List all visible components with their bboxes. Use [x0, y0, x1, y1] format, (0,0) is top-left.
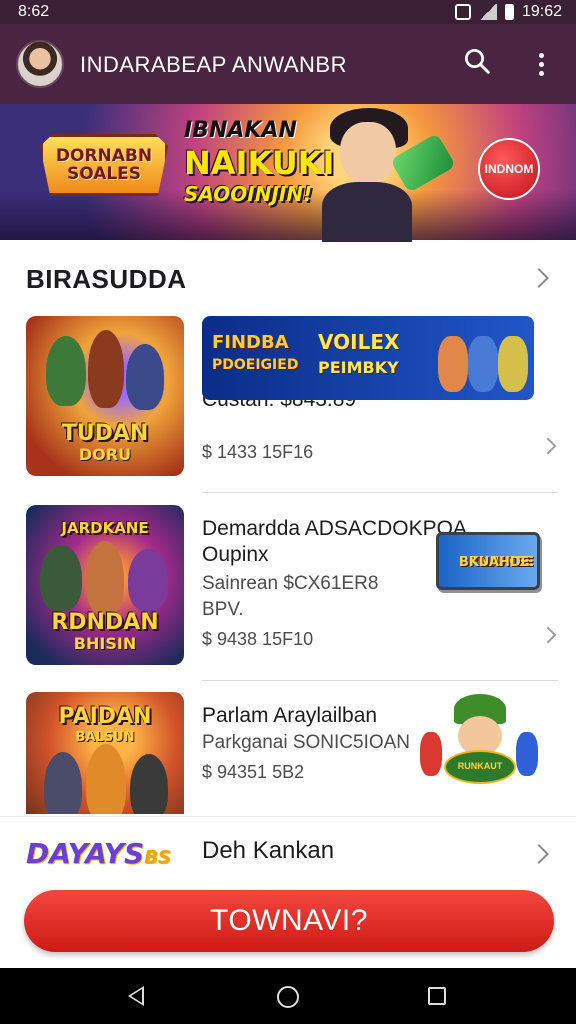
bottom-logo-text: DAYAYS	[26, 837, 145, 870]
item-subtitle: Sainrean $CX61ER8	[202, 573, 379, 594]
chevron-right-icon[interactable]	[529, 844, 549, 864]
thumb-character	[128, 549, 168, 611]
promo-character	[438, 336, 468, 392]
promo-left-line2: PDOEIGIED	[212, 357, 299, 373]
mascot-kid	[420, 732, 442, 776]
chevron-right-icon[interactable]	[539, 626, 557, 644]
more-dot-icon	[538, 70, 544, 76]
thumb-subtitle: DORU	[78, 445, 132, 464]
mascot-kid	[516, 732, 538, 776]
item-thumbnail: JARDKANE RDNDAN BHISIN	[26, 505, 184, 665]
section-title: BIRASUDDA	[26, 264, 187, 294]
recents-icon[interactable]	[428, 987, 446, 1005]
system-navigation-bar	[0, 968, 576, 1024]
more-dot-icon	[538, 61, 544, 67]
banner-game-logo: DORNABN SOALES	[40, 134, 168, 196]
primary-cta-button[interactable]: TOWNAVI?	[24, 890, 554, 952]
promo-character	[468, 336, 498, 392]
more-options-button[interactable]	[526, 46, 556, 82]
section-chevron-right-icon[interactable]	[529, 268, 549, 288]
hero-body	[322, 182, 412, 242]
status-icons: 19:62	[454, 3, 562, 21]
item-subtitle: Parkganai SONIC5IOAN	[202, 732, 411, 753]
promo-left-line1: FINDBA	[212, 332, 289, 353]
chevron-right-icon[interactable]	[539, 437, 557, 455]
app-bar: INDARABEAP ANWANBR	[0, 24, 576, 104]
item-price: $ 9438 15F10	[202, 629, 314, 649]
banner-headline-3: SAOOINJIN!	[184, 182, 313, 206]
thumb-character	[86, 541, 124, 615]
banner-hero-character	[300, 104, 470, 242]
search-icon	[465, 49, 490, 74]
mascot-illustration: RUNKAUT	[416, 694, 544, 794]
item-subtitle-line2: BPV.	[202, 599, 244, 620]
thumb-character	[130, 754, 168, 814]
promo-card-left-title: FINDBA PDOEIGIED	[212, 332, 298, 374]
vibrate-icon	[454, 4, 471, 20]
banner-red-badge[interactable]: INDNOM	[478, 138, 540, 200]
item-title: Demardda ADSACDOKPOA	[202, 517, 467, 540]
thumb-character	[40, 545, 82, 611]
item-price: $ 1433 15F16	[202, 442, 314, 462]
hero-face	[340, 122, 396, 184]
mascot-plate: RUNKAUT	[444, 750, 516, 784]
avatar[interactable]	[16, 40, 64, 88]
bottom-row-logo: DAYAYSBS	[26, 837, 171, 870]
thumb-title: RDNDAN	[51, 610, 159, 635]
thumb-top-title: JARDKANE	[61, 519, 149, 537]
thumb-character	[126, 344, 164, 410]
item-thumbnail: TUDAN DORU	[26, 316, 184, 476]
item-title: Parlam Araylailban	[202, 704, 378, 727]
search-button[interactable]	[462, 46, 498, 82]
signal-icon	[478, 4, 497, 20]
more-dot-icon	[538, 52, 544, 58]
side-card-line2: BKUAHDE	[459, 555, 530, 570]
thumb-character	[46, 336, 86, 406]
thumb-character	[44, 752, 82, 814]
thumb-subtitle: BHISIN	[73, 634, 137, 653]
thumb-character	[86, 744, 126, 814]
thumb-subtitle: BALSUN	[75, 730, 135, 745]
bottom-row-label: Deh Kankan	[202, 837, 335, 864]
battery-icon	[504, 4, 514, 20]
item-title-line2: Oupinx	[202, 543, 269, 566]
bottom-list-row[interactable]: DAYAYSBS Deh Kankan	[0, 816, 576, 886]
bottom-logo-suffix: BS	[144, 847, 171, 868]
status-left-text: 8:62	[18, 3, 50, 20]
promo-right-line2: PEIMBKY	[318, 358, 399, 377]
back-icon[interactable]	[128, 986, 144, 1006]
banner-logo-line1: DORNABN	[55, 146, 153, 166]
thumb-title: PAIDAN	[58, 704, 152, 729]
banner-headline-1: IBNAKAN	[184, 118, 297, 143]
promo-card[interactable]: FINDBA PDOEIGIED VOILEX PEIMBKY	[202, 316, 534, 400]
item-thumbnail: PAIDAN BALSUN	[26, 692, 184, 814]
side-promo-card[interactable]: BRNIUNEE BKUAHDE	[436, 532, 540, 590]
app-title: INDARABEAP ANWANBR	[80, 52, 347, 77]
status-time: 19:62	[521, 3, 562, 20]
promo-card-right-title: VOILEX PEIMBKY	[318, 330, 399, 378]
status-bar: 8:62 19:62	[0, 0, 576, 24]
banner-logo-line2: SOALES	[66, 164, 142, 184]
home-icon[interactable]	[277, 986, 299, 1008]
list-item[interactable]: PAIDAN BALSUN Parlam Araylailban Parkgan…	[0, 692, 576, 814]
promo-character	[498, 336, 528, 392]
thumb-character	[88, 330, 124, 408]
promo-right-line1: VOILEX	[318, 330, 400, 354]
divider	[202, 492, 558, 493]
item-price: $ 94351 5B2	[202, 762, 305, 782]
divider	[202, 680, 558, 681]
thumb-title: TUDAN	[61, 421, 149, 446]
